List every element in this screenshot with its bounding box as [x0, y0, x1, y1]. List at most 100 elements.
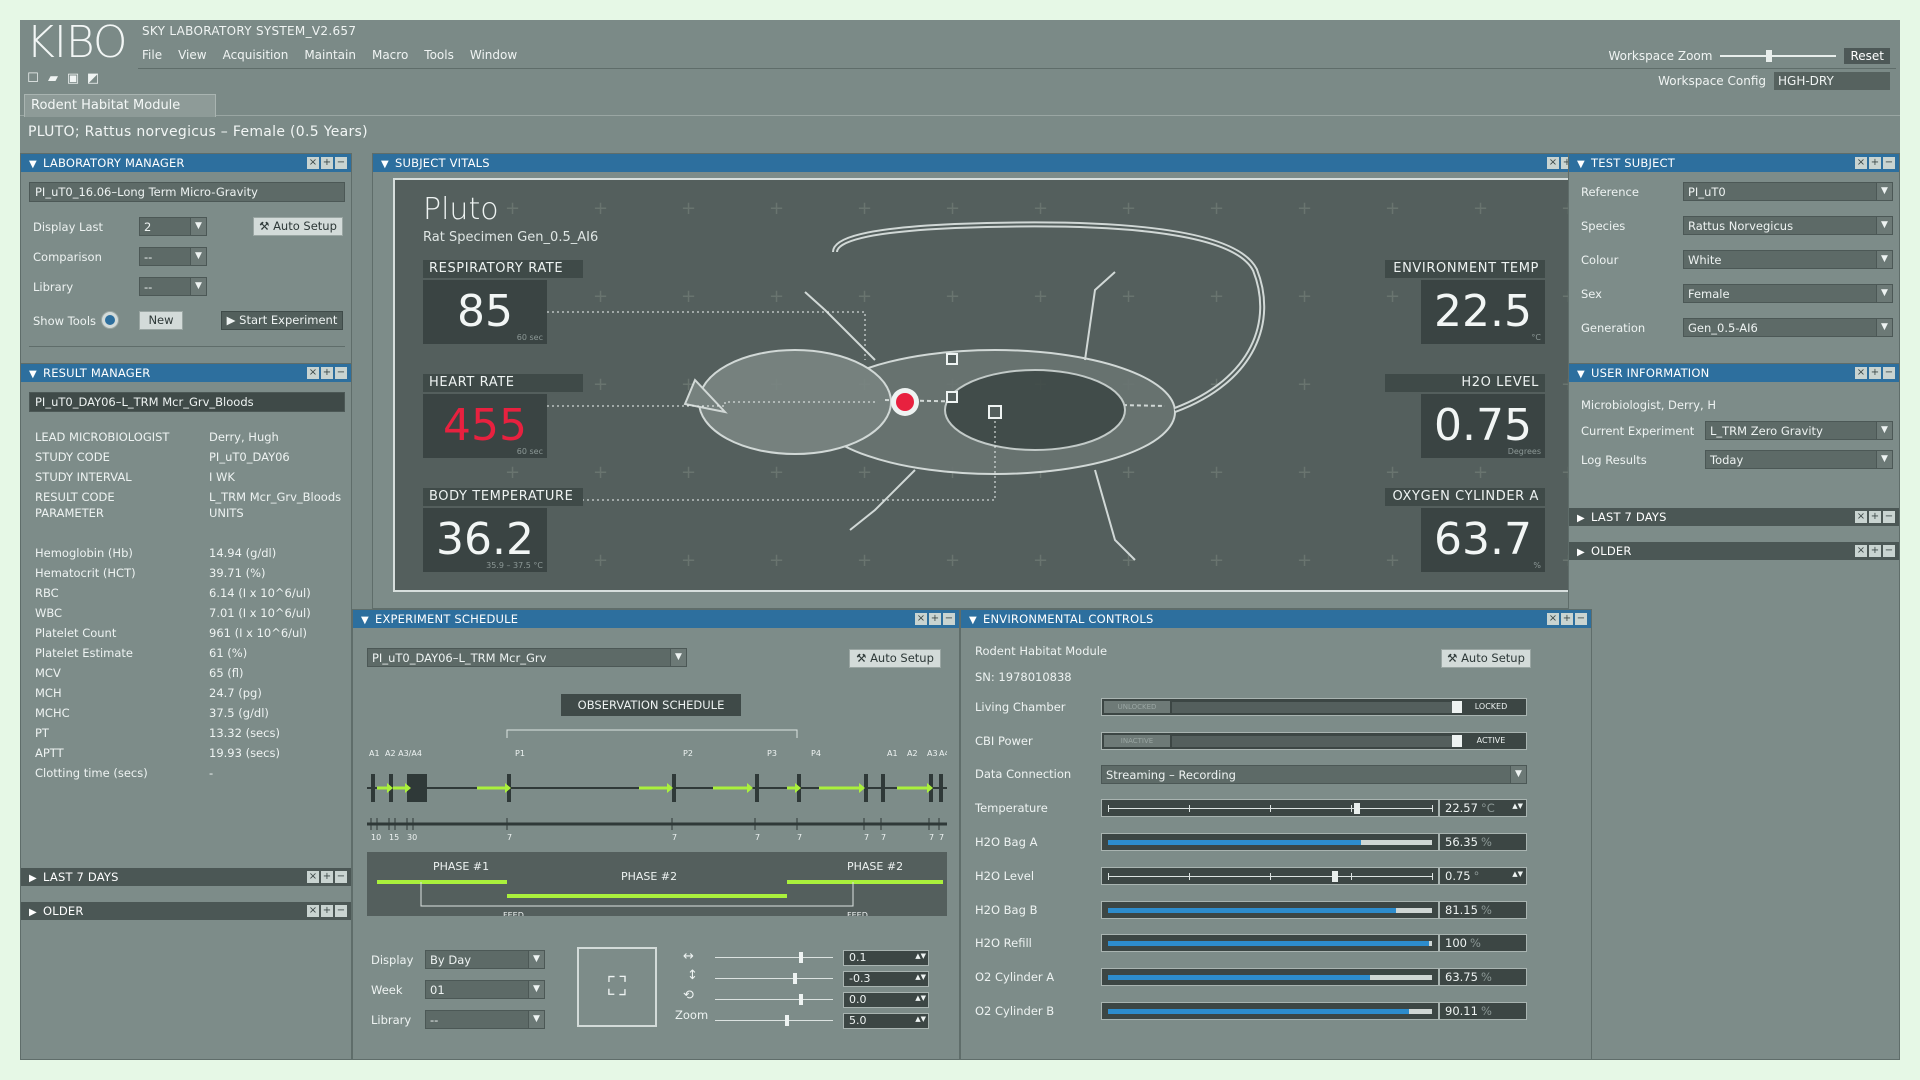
minimize-icon[interactable]: − — [1575, 613, 1587, 625]
slider-handle[interactable] — [785, 1015, 789, 1026]
image-icon[interactable]: ◩ — [86, 72, 100, 86]
collapse-icon[interactable]: ▼ — [29, 156, 43, 174]
close-icon[interactable]: × — [1855, 511, 1867, 523]
control-value[interactable]: 0.0 ▲▼ — [843, 992, 929, 1008]
workspace-zoom-slider[interactable] — [1720, 50, 1837, 62]
stepper-icon[interactable]: ▲▼ — [915, 1015, 926, 1023]
expand-icon[interactable]: ▶ — [1577, 510, 1591, 528]
current-experiment-select[interactable]: L_TRM Zero Gravity ▼ — [1705, 421, 1893, 440]
stepper-icon[interactable]: ▲▼ — [915, 973, 926, 981]
reset-button[interactable]: Reset — [1844, 48, 1890, 64]
control-value[interactable]: 5.0 ▲▼ — [843, 1013, 929, 1029]
older-header[interactable]: ▶ OLDER × + − — [21, 902, 351, 920]
test-subject-select[interactable]: White ▼ — [1683, 250, 1893, 269]
library-select[interactable]: -- ▼ — [139, 277, 207, 296]
control-slider[interactable] — [715, 973, 833, 984]
minimize-icon[interactable]: − — [1883, 367, 1895, 379]
minimize-icon[interactable]: − — [1883, 511, 1895, 523]
open-folder-icon[interactable]: ▰ — [46, 72, 60, 86]
expand-icon[interactable]: ▶ — [29, 904, 43, 922]
zoom-slider-handle[interactable] — [1766, 50, 1773, 62]
collapse-icon[interactable]: ▼ — [381, 156, 395, 174]
add-icon[interactable]: + — [1869, 367, 1881, 379]
temperature-slider[interactable] — [1101, 799, 1439, 817]
slider-handle[interactable] — [1354, 803, 1361, 814]
close-icon[interactable]: × — [915, 613, 927, 625]
control-slider[interactable] — [715, 952, 833, 963]
close-icon[interactable]: × — [1855, 157, 1867, 169]
test-subject-select[interactable]: Gen_0.5-AI6 ▼ — [1683, 318, 1893, 337]
add-icon[interactable]: + — [1869, 545, 1881, 557]
control-slider[interactable] — [715, 994, 833, 1005]
cbi-power-toggle[interactable]: INACTIVE ACTIVE — [1101, 732, 1527, 750]
add-icon[interactable]: + — [929, 613, 941, 625]
add-icon[interactable]: + — [321, 871, 333, 883]
menu-macro[interactable]: Macro — [372, 48, 408, 62]
test-subject-select[interactable]: PI_uT0 ▼ — [1683, 182, 1893, 201]
experiment-field[interactable]: PI_uT0_16.06–Long Term Micro-Gravity — [29, 182, 345, 202]
close-icon[interactable]: × — [307, 157, 319, 169]
control-value[interactable]: 0.1 ▲▼ — [843, 950, 929, 966]
menu-tools[interactable]: Tools — [424, 48, 454, 62]
show-tools-toggle[interactable] — [101, 311, 119, 329]
h2o-level-slider-value[interactable]: 0.75 ° ▲▼ — [1439, 867, 1527, 885]
schedule-auto-setup-button[interactable]: ⚒ Auto Setup — [849, 649, 941, 668]
comparison-select[interactable]: -- ▼ — [139, 247, 207, 266]
control-slider[interactable] — [715, 1015, 833, 1026]
close-icon[interactable]: × — [307, 905, 319, 917]
tab-rodent-habitat-module[interactable]: Rodent Habitat Module — [24, 94, 216, 117]
last-7-days-header[interactable]: ▶ LAST 7 DAYS × + − — [21, 868, 351, 886]
close-icon[interactable]: × — [307, 367, 319, 379]
stepper-icon[interactable]: ▲▼ — [1512, 802, 1523, 810]
add-icon[interactable]: + — [1869, 157, 1881, 169]
display-last-select[interactable]: 2 ▼ — [139, 217, 207, 236]
expand-icon[interactable]: ▶ — [29, 870, 43, 888]
menu-view[interactable]: View — [178, 48, 206, 62]
minimize-icon[interactable]: − — [943, 613, 955, 625]
stepper-icon[interactable]: ▲▼ — [915, 952, 926, 960]
last-7-days-header[interactable]: ▶ LAST 7 DAYS × + − — [1569, 508, 1899, 526]
start-experiment-button[interactable]: ▶ Start Experiment — [221, 311, 343, 330]
collapse-icon[interactable]: ▼ — [361, 612, 375, 630]
workspace-config-field[interactable]: HGH-DRY — [1774, 72, 1890, 90]
add-icon[interactable]: + — [321, 905, 333, 917]
test-subject-select[interactable]: Rattus Norvegicus ▼ — [1683, 216, 1893, 235]
env-auto-setup-button[interactable]: ⚒ Auto Setup — [1441, 649, 1531, 668]
new-button[interactable]: New — [139, 311, 183, 330]
collapse-icon[interactable]: ▼ — [29, 366, 43, 384]
menu-file[interactable]: File — [142, 48, 162, 62]
add-icon[interactable]: + — [1561, 613, 1573, 625]
collapse-icon[interactable]: ▼ — [1577, 366, 1591, 384]
slider-handle[interactable] — [799, 994, 803, 1005]
close-icon[interactable]: × — [1547, 157, 1559, 169]
menu-maintain[interactable]: Maintain — [304, 48, 356, 62]
h2o-level-slider[interactable] — [1101, 867, 1439, 885]
schedule-file-select[interactable]: PI_uT0_DAY06–L_TRM Mcr_Grv ▼ — [367, 648, 687, 667]
minimize-icon[interactable]: − — [1883, 545, 1895, 557]
temperature-slider-value[interactable]: 22.57 °C ▲▼ — [1439, 799, 1527, 817]
minimize-icon[interactable]: − — [335, 871, 347, 883]
log-results-select[interactable]: Today ▼ — [1705, 450, 1893, 469]
living-chamber-toggle[interactable]: UNLOCKED LOCKED — [1101, 698, 1527, 716]
new-file-icon[interactable]: ☐ — [26, 72, 40, 86]
menu-acquisition[interactable]: Acquisition — [223, 48, 289, 62]
stepper-icon[interactable]: ▲▼ — [1512, 870, 1523, 878]
menu-window[interactable]: Window — [470, 48, 517, 62]
save-icon[interactable]: ▣ — [66, 72, 80, 86]
auto-setup-button[interactable]: ⚒ Auto Setup — [253, 217, 343, 236]
slider-handle[interactable] — [1331, 871, 1338, 882]
data-connection-select[interactable]: Streaming – Recording ▼ — [1101, 765, 1527, 784]
collapse-icon[interactable]: ▼ — [1577, 156, 1591, 174]
slider-handle[interactable] — [793, 973, 797, 984]
close-icon[interactable]: × — [307, 871, 319, 883]
control-value[interactable]: -0.3 ▲▼ — [843, 971, 929, 987]
test-subject-select[interactable]: Female ▼ — [1683, 284, 1893, 303]
minimize-icon[interactable]: − — [1883, 157, 1895, 169]
library-select[interactable]: -- ▼ — [425, 1010, 545, 1029]
slider-handle[interactable] — [799, 952, 803, 963]
stepper-icon[interactable]: ▲▼ — [915, 994, 926, 1002]
close-icon[interactable]: × — [1547, 613, 1559, 625]
collapse-icon[interactable]: ▼ — [969, 612, 983, 630]
close-icon[interactable]: × — [1855, 545, 1867, 557]
close-icon[interactable]: × — [1855, 367, 1867, 379]
